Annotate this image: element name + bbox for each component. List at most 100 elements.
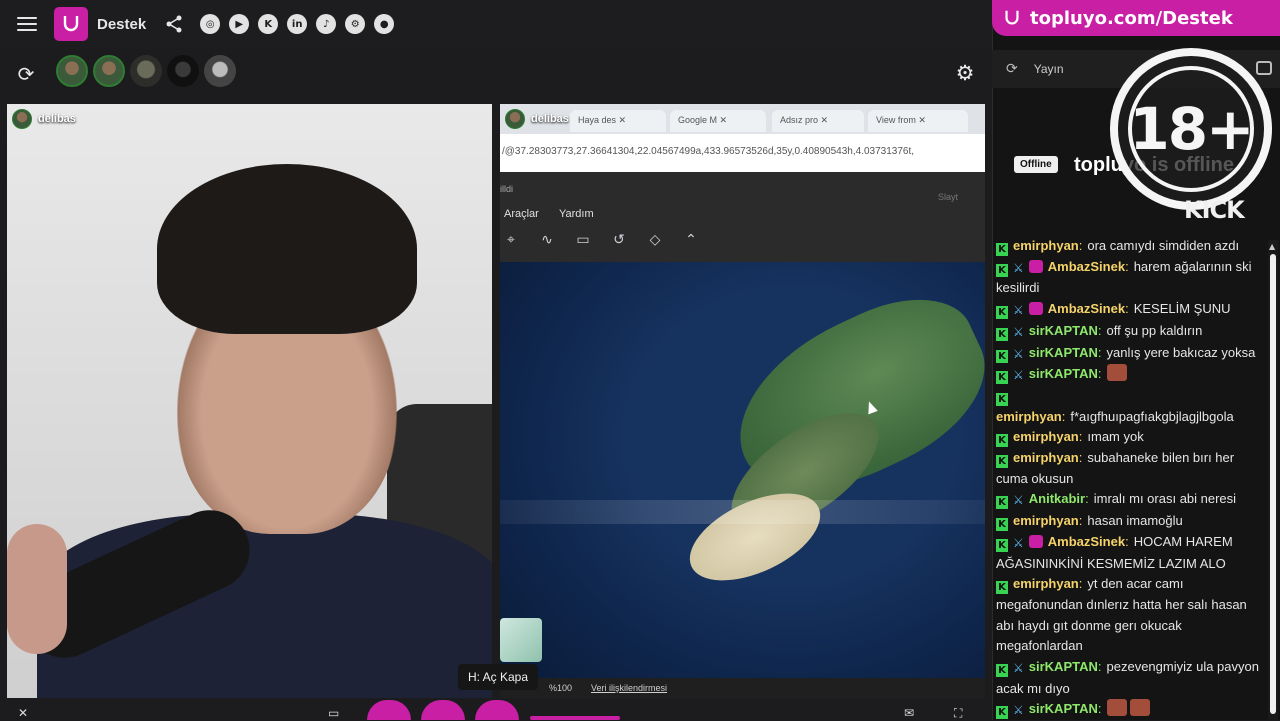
- avatar: [505, 109, 525, 129]
- steam-icon[interactable]: ⚙: [345, 14, 366, 34]
- chat-message: Kemirphyan: f*aıgfhuıpagfıakgbjlagjlbgola: [996, 386, 1266, 427]
- chat-username[interactable]: emirphyan: [1013, 450, 1079, 465]
- top-bar: Destek ◎ ▶ K in ♪ ⚙ ●: [0, 0, 992, 48]
- chat-username[interactable]: sirKAPTAN: [1029, 366, 1098, 381]
- promo-banner[interactable]: topluyo.com/Destek: [992, 0, 1280, 36]
- chat-message: Kemirphyan: hasan imamoğlu: [996, 511, 1266, 532]
- fullscreen-icon[interactable]: ⛶: [954, 706, 962, 721]
- volume-slider[interactable]: [530, 716, 620, 720]
- age-rating-badge: 18+: [1110, 48, 1272, 210]
- refresh-icon[interactable]: ⟳: [15, 63, 37, 85]
- popout-icon[interactable]: [1256, 61, 1272, 75]
- mail-icon[interactable]: ✉: [904, 706, 914, 720]
- chat-username[interactable]: AmbazSinek: [1048, 259, 1125, 274]
- chat-username[interactable]: emirphyan: [996, 409, 1062, 424]
- browser-tab[interactable]: Haya des ✕: [570, 110, 666, 132]
- avatar[interactable]: [93, 55, 125, 87]
- satellite-map[interactable]: [500, 262, 985, 698]
- scrollbar-thumb[interactable]: [1270, 254, 1276, 714]
- chat-text: off şu pp kaldırın: [1106, 322, 1203, 338]
- youtube-icon[interactable]: ▶: [229, 14, 250, 34]
- browser-tab[interactable]: View from ✕: [868, 110, 968, 132]
- github-icon[interactable]: ●: [374, 14, 395, 34]
- screen-share-stream[interactable]: Haya des ✕ Google M ✕ Adsız pro ✕ View f…: [500, 104, 985, 698]
- chat-username[interactable]: sirKAPTAN: [1029, 345, 1098, 360]
- refresh-icon[interactable]: ⟳: [1006, 61, 1018, 77]
- chat-username[interactable]: Anitkabir: [1029, 491, 1085, 506]
- layers-icon[interactable]: ◇: [644, 232, 666, 260]
- chat-username[interactable]: emirphyan: [1013, 576, 1079, 591]
- slide-label[interactable]: Slayt: [938, 192, 958, 202]
- chat-title: Yayın: [1033, 62, 1064, 76]
- chat-username[interactable]: AmbazSinek: [1048, 534, 1125, 549]
- menu-yardim[interactable]: Yardım: [559, 208, 594, 220]
- instagram-icon[interactable]: ◎: [200, 14, 221, 34]
- subscriber-badge-icon: [1028, 534, 1043, 548]
- pin-icon[interactable]: ⌖: [500, 232, 522, 260]
- kick-badge-icon: K: [996, 243, 1008, 256]
- scroll-up-icon[interactable]: ▲: [1269, 242, 1275, 251]
- chat-colon: :: [1085, 491, 1089, 507]
- chat-colon: :: [1097, 659, 1102, 675]
- chat-username[interactable]: AmbazSinek: [1048, 301, 1125, 316]
- kick-icon[interactable]: K: [258, 14, 279, 34]
- avatar[interactable]: [56, 55, 88, 87]
- promo-text: topluyo.com/Destek: [1030, 7, 1233, 29]
- sword-badge-icon: ⚔: [1013, 703, 1024, 718]
- destek-logo[interactable]: [54, 7, 88, 41]
- chat-colon: :: [1078, 576, 1083, 592]
- chat-username[interactable]: emirphyan: [1013, 513, 1079, 528]
- chat-scrollbar[interactable]: ▲: [1268, 240, 1278, 720]
- url-bar[interactable]: /@37.28303773,27.36641304,22.04567499a,4…: [500, 134, 985, 172]
- data-attribution-link[interactable]: Veri ilişkilendirmesi: [591, 683, 667, 693]
- gear-icon[interactable]: ⚙: [954, 62, 976, 84]
- browser-tab[interactable]: Google M ✕: [670, 110, 766, 132]
- browser-tab-strip: Haya des ✕ Google M ✕ Adsız pro ✕ View f…: [500, 104, 985, 134]
- share-icon[interactable]: [164, 14, 184, 34]
- chat-text: ımam yok: [1087, 429, 1144, 445]
- kick-badge-icon: K: [996, 434, 1008, 448]
- chat-username[interactable]: emirphyan: [1013, 238, 1079, 253]
- map-footer: %100 Veri ilişkilendirmesi: [500, 678, 985, 698]
- viewer-row: ⟳ ⚙: [0, 48, 992, 100]
- chat-username[interactable]: emirphyan: [1013, 429, 1079, 444]
- chat-messages: Kemirphyan: ora camıydı simdiden azdı K ⚔ Am…: [996, 236, 1266, 721]
- close-icon[interactable]: ✕: [18, 706, 28, 720]
- kick-badge-icon: K: [996, 664, 1008, 678]
- map-streak: [500, 500, 985, 524]
- path-icon[interactable]: ∿: [536, 232, 558, 260]
- hamburger-menu-icon[interactable]: [17, 17, 37, 31]
- avatar: [12, 109, 32, 129]
- chat-colon: :: [1078, 429, 1083, 445]
- zoom-level: %100: [549, 683, 573, 693]
- brand-name[interactable]: Destek: [97, 16, 146, 33]
- chat-message: K ⚔ AmbazSinek: HOCAM HAREM AĞASININKİNİ KE…: [996, 532, 1266, 574]
- chat-text: KESELİM ŞUNU: [1133, 301, 1231, 317]
- avatar[interactable]: [130, 55, 162, 87]
- chat-message: Kemirphyan: ora camıydı simdiden azdı: [996, 236, 1266, 257]
- kick-badge-icon: K: [996, 581, 1008, 595]
- menu-araclar[interactable]: Araçlar: [504, 208, 539, 220]
- history-icon[interactable]: ↺: [608, 232, 630, 260]
- avatar[interactable]: [204, 55, 236, 87]
- chat-message: K ⚔ AmbazSinek: KESELİM ŞUNU: [996, 299, 1266, 321]
- browser-tab[interactable]: Adsız pro ✕: [772, 110, 864, 132]
- avatar[interactable]: [167, 55, 199, 87]
- shortcut-tooltip: H: Aç Kapa: [458, 664, 538, 690]
- screen-off-icon[interactable]: ▭: [328, 706, 339, 720]
- kick-badge-icon: K: [996, 496, 1008, 510]
- map-layer-thumbnail[interactable]: [500, 618, 542, 662]
- chat-username[interactable]: sirKAPTAN: [1029, 323, 1098, 338]
- chat-colon: :: [1125, 258, 1129, 274]
- tiktok-icon[interactable]: ♪: [316, 14, 337, 34]
- social-links: ◎ ▶ K in ♪ ⚙ ●: [200, 14, 395, 34]
- chat-colon: :: [1097, 344, 1102, 360]
- linkedin-icon[interactable]: in: [287, 14, 308, 34]
- ruler-icon[interactable]: ▭: [572, 232, 594, 260]
- chevron-up-icon[interactable]: ⌃: [680, 232, 702, 260]
- chat-username[interactable]: sirKAPTAN: [1029, 701, 1098, 716]
- webcam-stream[interactable]: delibas: [7, 104, 492, 698]
- chat-message: K ⚔ sirKAPTAN:: [996, 364, 1266, 386]
- chat-username[interactable]: sirKAPTAN: [1029, 659, 1098, 674]
- sword-badge-icon: ⚔: [1013, 493, 1024, 508]
